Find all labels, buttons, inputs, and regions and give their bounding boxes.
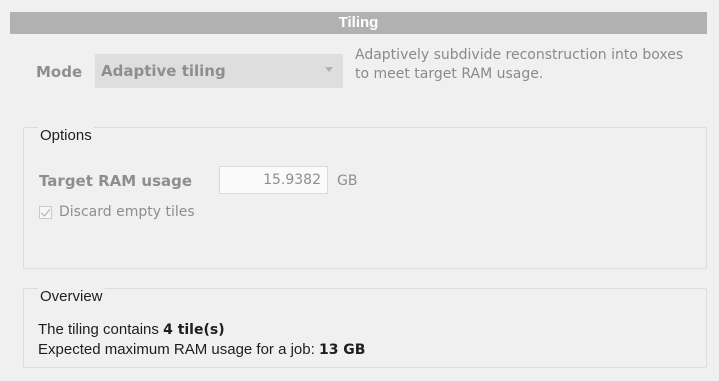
overview-ram-usage-prefix: Expected maximum RAM usage for a job:	[38, 341, 319, 358]
overview-ram-usage-value: 13 GB	[318, 342, 366, 358]
chevron-down-icon	[325, 67, 333, 72]
mode-dropdown-value: Adaptive tiling	[101, 62, 226, 80]
target-ram-input[interactable]: 15.9382	[219, 166, 328, 194]
panel-header: Tiling	[10, 12, 707, 34]
target-ram-label: Target RAM usage	[39, 172, 193, 190]
discard-empty-tiles-label: Discard empty tiles	[59, 204, 195, 220]
overview-group: Overview The tiling contains 4 tile(s) E…	[23, 288, 707, 368]
overview-tile-count: The tiling contains 4 tile(s)	[38, 321, 225, 338]
discard-empty-tiles-checkbox[interactable]	[39, 206, 52, 219]
mode-label: Mode	[36, 63, 83, 81]
overview-ram-usage: Expected maximum RAM usage for a job: 13…	[38, 341, 365, 358]
mode-dropdown[interactable]: Adaptive tiling	[95, 54, 343, 88]
mode-description: Adaptively subdivide reconstruction into…	[355, 47, 684, 82]
target-ram-unit: GB	[337, 173, 358, 189]
options-group-title: Options	[38, 127, 94, 144]
options-group: Options Target RAM usage 15.9382 GB Disc…	[23, 127, 707, 269]
overview-tile-count-prefix: The tiling contains	[38, 321, 164, 338]
overview-group-title: Overview	[38, 288, 105, 305]
overview-tile-count-value: 4 tile(s)	[163, 322, 225, 338]
tiling-panel: Tiling Mode Adaptive tiling Adaptively s…	[10, 12, 707, 371]
mode-row: Mode Adaptive tiling Adaptively subdivid…	[10, 34, 707, 104]
